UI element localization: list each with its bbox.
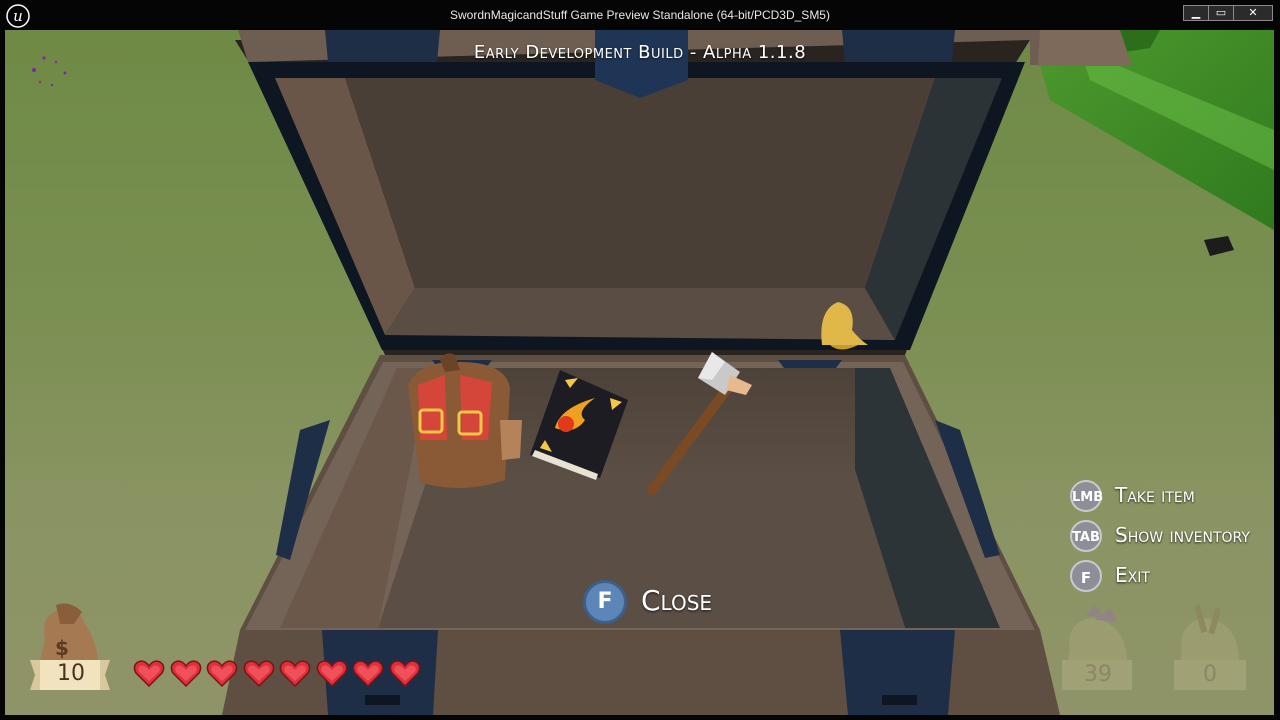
window-border-bottom — [0, 715, 1280, 720]
game-window: u SwordnMagicandStuff Game Preview Stand… — [0, 0, 1280, 720]
heart-icon — [389, 660, 420, 688]
take-item-hint: Take item — [1115, 483, 1195, 507]
title-bar[interactable]: u SwordnMagicandStuff Game Preview Stand… — [0, 0, 1280, 30]
chest-lid-inner-bottom — [385, 288, 895, 340]
minimize-button[interactable]: ▁ — [1183, 5, 1209, 21]
crystal-count: 39 — [1084, 662, 1112, 687]
tab-key-icon: TAB — [1070, 520, 1102, 552]
heart-icon — [279, 660, 311, 688]
heart-icon — [316, 660, 347, 688]
close-key-icon[interactable]: F — [583, 580, 627, 624]
close-window-button[interactable]: ✕ — [1233, 5, 1273, 21]
chest-lid-inner-back — [345, 78, 935, 288]
build-version-label: Early Development Build - Alpha 1.1.8 — [473, 42, 807, 63]
chest-corner-right — [778, 360, 842, 368]
heart-icon — [133, 660, 165, 688]
close-prompt-label[interactable]: Close — [641, 584, 712, 617]
heart-icon — [206, 660, 238, 688]
lmb-key-icon: LMB — [1070, 480, 1103, 512]
scene: $ — [30, 30, 1274, 715]
game-viewport[interactable]: $ — [5, 30, 1274, 715]
money-counter: 10 — [57, 661, 85, 686]
chest-strap-latch-right — [882, 695, 917, 705]
window-border-right — [1274, 30, 1280, 720]
heart-icon — [352, 660, 384, 688]
wood-count: 0 — [1203, 662, 1217, 687]
exit-hint: Exit — [1115, 563, 1150, 587]
distant-block — [1204, 236, 1234, 256]
window-title: SwordnMagicandStuff Game Preview Standal… — [450, 8, 830, 22]
f-key-icon: F — [1070, 560, 1102, 592]
maximize-button[interactable]: ▭ — [1208, 5, 1234, 21]
svg-text:$: $ — [55, 636, 69, 660]
show-inventory-hint: Show inventory — [1115, 523, 1250, 547]
heart-icon — [170, 660, 201, 688]
heart-icon — [243, 660, 274, 688]
chest-strap-latch-left — [365, 695, 400, 705]
